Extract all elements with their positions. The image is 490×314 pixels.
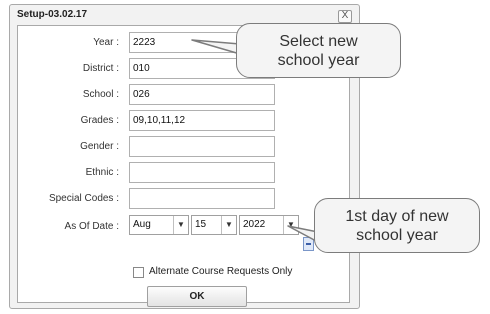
- year-callout-line1: Select new: [279, 33, 358, 50]
- year-callout-line2: school year: [277, 52, 360, 69]
- date-callout-line2: school year: [356, 227, 438, 244]
- year-callout: Select new school year: [236, 23, 401, 78]
- date-callout-line1: 1st day of new: [345, 208, 449, 225]
- date-callout: 1st day of new school year: [314, 198, 480, 253]
